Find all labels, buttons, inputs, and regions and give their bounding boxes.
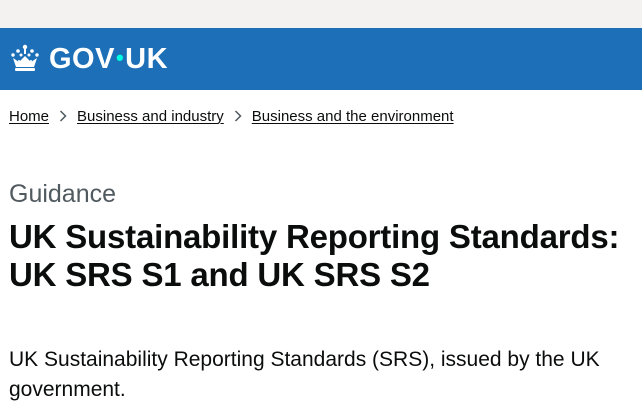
wordmark-right: UK: [125, 42, 169, 75]
top-strip: [0, 0, 642, 28]
govuk-wordmark: GOV • UK: [49, 42, 169, 75]
chevron-right-icon: [234, 110, 242, 122]
wordmark-left: GOV: [49, 42, 115, 75]
breadcrumb-business-and-industry[interactable]: Business and industry: [77, 108, 224, 125]
site-header: GOV • UK: [0, 28, 642, 90]
govuk-logo-link[interactable]: GOV • UK: [9, 44, 168, 74]
page-caption: Guidance: [9, 180, 117, 208]
page-title-wrap: UK Sustainability Reporting Standards: U…: [9, 218, 629, 294]
wordmark-dot: •: [115, 45, 125, 70]
breadcrumb-business-and-the-environment[interactable]: Business and the environment: [252, 108, 454, 125]
page-title: UK Sustainability Reporting Standards: U…: [9, 218, 620, 293]
breadcrumb-home[interactable]: Home: [9, 108, 49, 125]
breadcrumb: Home Business and industry Business and …: [0, 107, 642, 125]
page-summary: UK Sustainability Reporting Standards (S…: [9, 348, 600, 401]
crown-icon: [11, 44, 39, 71]
chevron-right-icon: [59, 110, 67, 122]
